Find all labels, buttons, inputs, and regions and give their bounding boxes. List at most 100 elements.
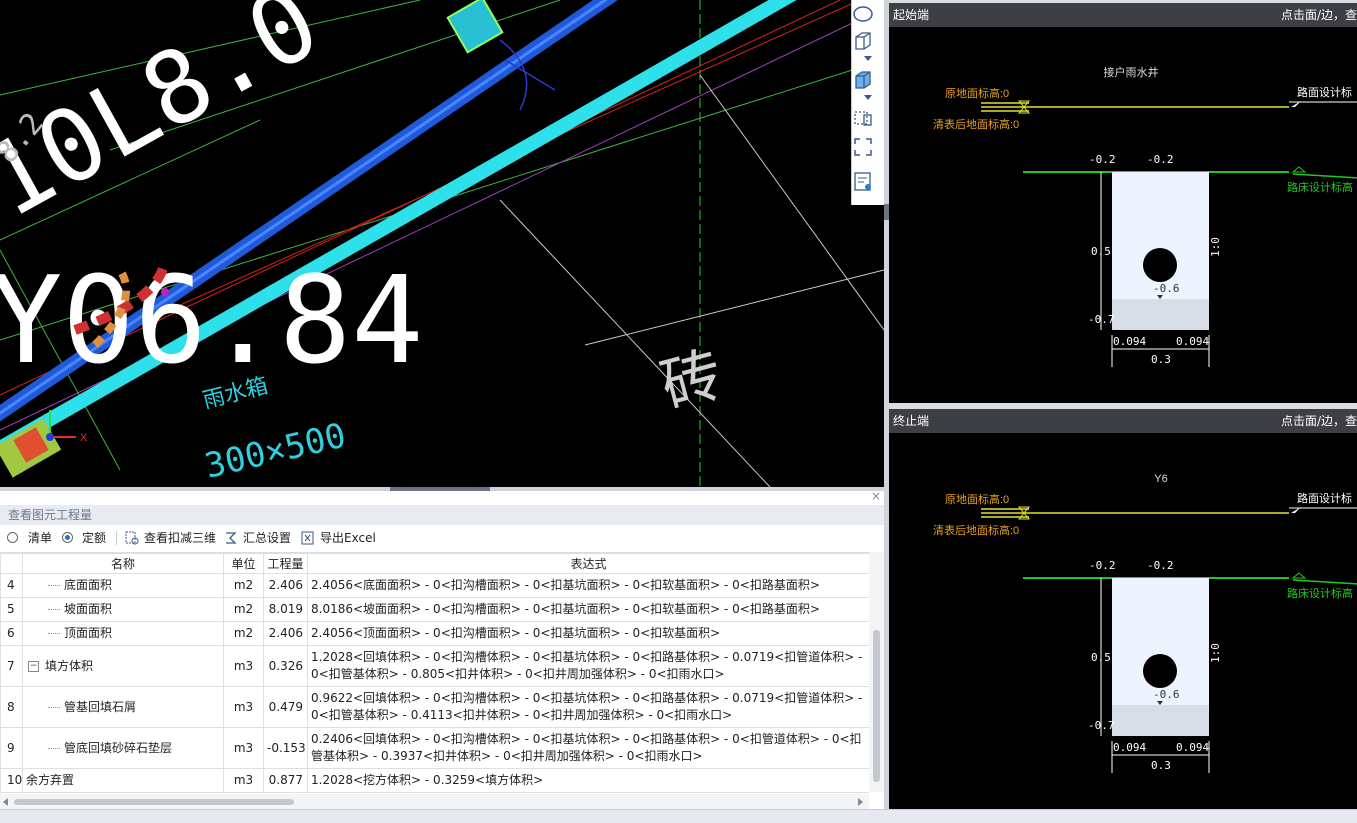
header-expr[interactable]: 表达式 bbox=[307, 553, 869, 574]
section-start-panel[interactable]: 起始端 点击面/边，查 接户雨水井 原地面标高:0 清表后地面标高:0 路面设计… bbox=[889, 3, 1357, 403]
row-unit: m2 bbox=[223, 573, 264, 598]
row-name-cell: 坡面面积 bbox=[22, 597, 224, 622]
header-unit[interactable]: 单位 bbox=[223, 553, 264, 574]
top-left-elev: -0.2 bbox=[1089, 559, 1116, 572]
cad-text-size: 300×500 bbox=[201, 416, 350, 487]
row-index: 4 bbox=[0, 573, 23, 598]
splitter-grip[interactable] bbox=[390, 487, 490, 491]
cad-text-elevation: Y06.84 bbox=[0, 252, 423, 391]
quantity-grid[interactable]: 名称 单位 工程量 表达式 4 底面面积 m2 2.406 2.4056<底面面… bbox=[0, 552, 869, 793]
subgrade-design-label: 路床设计标高 bbox=[1287, 180, 1353, 194]
table-row[interactable]: 5 坡面面积 m2 8.019 8.0186<坡面面积> - 0<扣沟槽面积> … bbox=[0, 597, 869, 622]
section-start-title: 起始端 bbox=[893, 8, 930, 22]
scroll-left-icon[interactable] bbox=[3, 798, 8, 806]
scroll-right-icon[interactable] bbox=[858, 798, 863, 806]
cad-line bbox=[499, 199, 771, 487]
tree-line bbox=[48, 609, 60, 610]
dim-total: 0.3 bbox=[1151, 759, 1171, 772]
table-row[interactable]: 6 顶面面积 m2 2.406 2.4056<顶面面积> - 0<扣沟槽面积> … bbox=[0, 621, 869, 646]
export-excel-button[interactable]: 导出Excel bbox=[320, 526, 376, 550]
section-start-drawing[interactable]: 接户雨水井 原地面标高:0 清表后地面标高:0 路面设计标 路床设计标高 -0.… bbox=[889, 27, 1357, 403]
excel-export-icon[interactable] bbox=[301, 531, 315, 545]
table-row[interactable]: 8 管基回填石屑 m3 0.479 0.9622<回填体积> - 0<扣沟槽体积… bbox=[0, 686, 869, 728]
summary-settings-icon[interactable] bbox=[224, 531, 238, 545]
close-icon[interactable]: × bbox=[871, 490, 881, 502]
tree-line bbox=[48, 747, 60, 749]
row-name-cell: 管基回填石屑 bbox=[22, 686, 224, 728]
row-unit: m3 bbox=[223, 727, 264, 769]
row-name: 余方弃置 bbox=[26, 773, 75, 787]
row-index: 5 bbox=[0, 597, 23, 622]
pipe-elev: -0.6 bbox=[1153, 282, 1180, 295]
cad-drawing[interactable]: 10L8.0 Y06.84 雨水箱 300×500 砖 8.2 X bbox=[0, 0, 884, 487]
radio-list-label[interactable]: 清单 bbox=[28, 526, 52, 550]
row-name: 顶面面积 bbox=[64, 626, 113, 640]
section-end-panel[interactable]: 终止端 点击面/边，查 Y6 原地面标高:0 清表后地面标高:0 路面设计标 路… bbox=[889, 409, 1357, 809]
top-right-elev: -0.2 bbox=[1147, 559, 1174, 572]
panel-toolbar: 清单 定额 查看扣减三维 汇总设置 导出Excel bbox=[0, 526, 884, 550]
header-name[interactable]: 名称 bbox=[22, 553, 224, 574]
pipe-circle[interactable] bbox=[1143, 654, 1177, 688]
table-row[interactable]: 9 管底回填砂碎石垫层 m3 -0.153 0.2406<回填体积> - 0<扣… bbox=[0, 727, 869, 769]
summary-settings-button[interactable]: 汇总设置 bbox=[243, 526, 291, 550]
row-name-cell: 底面面积 bbox=[22, 573, 224, 598]
view-3d-icon[interactable] bbox=[125, 531, 139, 545]
view-toolbar bbox=[851, 0, 884, 205]
road-design-label: 路面设计标 bbox=[1297, 491, 1352, 505]
well-marker[interactable] bbox=[446, 0, 504, 54]
horizontal-splitter[interactable] bbox=[0, 487, 884, 491]
row-qty: 2.406 bbox=[263, 573, 308, 598]
horizontal-scrollbar[interactable] bbox=[0, 794, 869, 809]
row-qty: 0.326 bbox=[263, 645, 308, 687]
collapse-icon[interactable]: − bbox=[28, 660, 39, 672]
table-row[interactable]: 10 余方弃置 m3 0.877 1.2028<挖方体积> - 0.3259<填… bbox=[0, 768, 869, 793]
chevron-down-icon[interactable] bbox=[864, 95, 872, 100]
radio-quota-label[interactable]: 定额 bbox=[82, 526, 106, 550]
chevron-down-icon[interactable] bbox=[864, 56, 872, 61]
clear-ground-label: 清表后地面标高:0 bbox=[933, 523, 1019, 537]
vertical-scrollbar[interactable] bbox=[869, 552, 884, 792]
section-start-hint: 点击面/边，查 bbox=[1280, 8, 1357, 22]
dim-left: 0.094 bbox=[1113, 335, 1146, 348]
box-3d-filled-icon[interactable] bbox=[852, 68, 874, 90]
row-index: 8 bbox=[0, 686, 23, 728]
ellipse-select-icon[interactable] bbox=[852, 3, 874, 25]
subgrade-marker-icon bbox=[1291, 166, 1307, 173]
cad-text-brick: 砖 bbox=[654, 340, 729, 420]
row-expr: 0.9622<回填体积> - 0<扣沟槽体积> - 0<扣基坑体积> - 0<扣… bbox=[307, 686, 869, 728]
section-end-drawing[interactable]: Y6 原地面标高:0 清表后地面标高:0 路面设计标 路床设计标高 -0.2 -… bbox=[889, 433, 1357, 809]
axis-origin bbox=[46, 433, 54, 441]
row-unit: m3 bbox=[223, 645, 264, 687]
table-row[interactable]: 4 底面面积 m2 2.406 2.4056<底面面积> - 0<扣沟槽面积> … bbox=[0, 573, 869, 598]
pipe-elev: -0.6 bbox=[1153, 688, 1180, 701]
scrollbar-thumb[interactable] bbox=[873, 630, 880, 782]
pipe-circle[interactable] bbox=[1143, 248, 1177, 282]
radio-list[interactable] bbox=[7, 532, 18, 543]
row-expr: 1.2028<回填体积> - 0<扣沟槽体积> - 0<扣基坑体积> - 0<扣… bbox=[307, 645, 869, 687]
list-view-icon[interactable] bbox=[852, 170, 874, 192]
row-unit: m3 bbox=[223, 768, 264, 793]
fit-view-icon[interactable] bbox=[852, 136, 874, 158]
section-start-well-name: 接户雨水井 bbox=[1104, 65, 1159, 79]
cad-line bbox=[584, 269, 884, 346]
table-row[interactable]: 7 − 填方体积 m3 0.326 1.2028<回填体积> - 0<扣沟槽体积>… bbox=[0, 645, 869, 687]
row-expr: 0.2406<回填体积> - 0<扣沟槽体积> - 0<扣基坑体积> - 0<扣… bbox=[307, 727, 869, 769]
cad-node[interactable] bbox=[161, 288, 169, 296]
well-bedding bbox=[1112, 299, 1209, 330]
view-3d-button[interactable]: 查看扣减三维 bbox=[144, 526, 216, 550]
subgrade-design-line bbox=[1292, 579, 1357, 585]
row-expr: 2.4056<底面面积> - 0<扣沟槽面积> - 0<扣基坑面积> - 0<扣… bbox=[307, 573, 869, 598]
scrollbar-thumb[interactable] bbox=[14, 799, 294, 805]
radio-quota[interactable] bbox=[62, 532, 73, 543]
box-3d-icon[interactable] bbox=[852, 29, 874, 51]
table-header-row: 名称 单位 工程量 表达式 bbox=[0, 553, 869, 574]
tree-line bbox=[48, 633, 60, 634]
header-qty[interactable]: 工程量 bbox=[263, 553, 308, 574]
row-qty: -0.153 bbox=[263, 727, 308, 769]
section-start-header: 起始端 点击面/边，查 bbox=[889, 3, 1357, 27]
left-mid-label: 0.5 bbox=[1091, 245, 1111, 258]
row-expr: 1.2028<挖方体积> - 0.3259<填方体积> bbox=[307, 768, 869, 793]
row-unit: m2 bbox=[223, 621, 264, 646]
rect-select-icon[interactable] bbox=[852, 107, 874, 129]
cad-viewport[interactable]: 10L8.0 Y06.84 雨水箱 300×500 砖 8.2 X bbox=[0, 0, 884, 487]
